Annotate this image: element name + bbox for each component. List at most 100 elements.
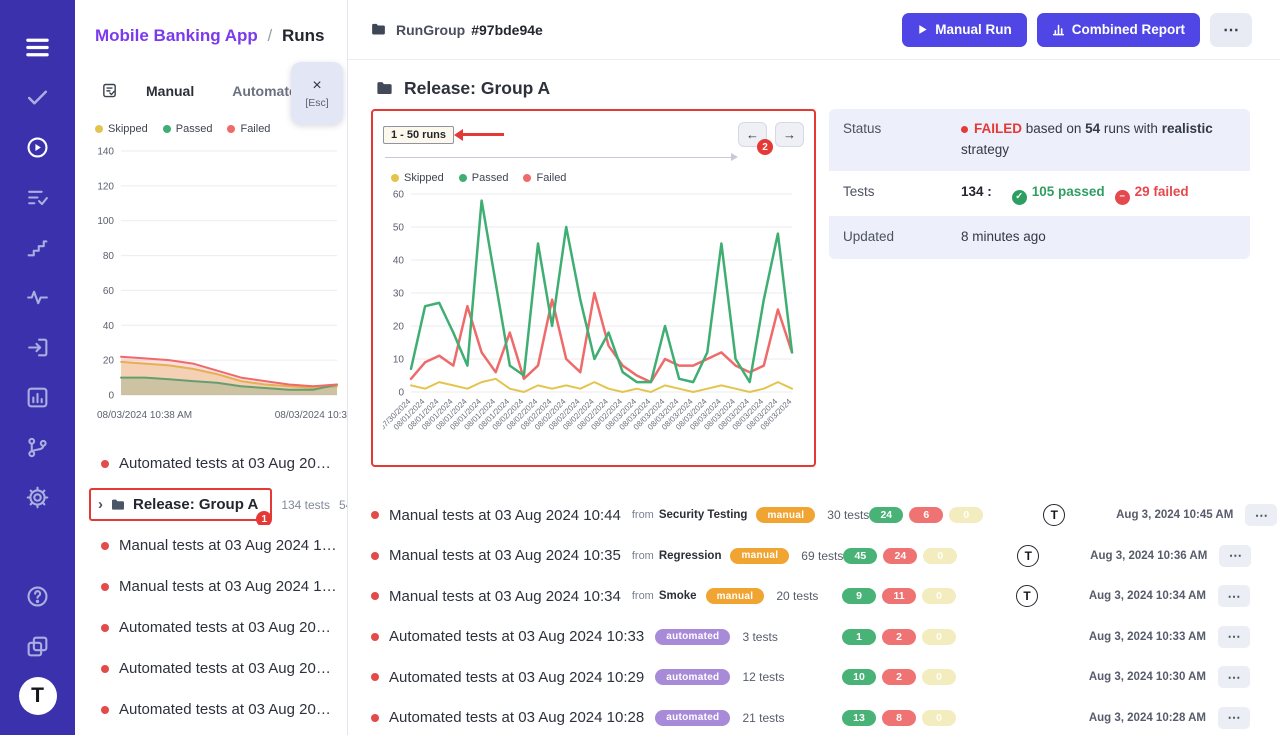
- status-panel: Status FAILED based on 54 runs with real…: [829, 109, 1250, 259]
- breadcrumb-separator: /: [263, 26, 278, 45]
- failed-badge: 2: [882, 629, 916, 645]
- run-row[interactable]: Automated tests at 03 Aug 2024 10:29 aut…: [371, 657, 1250, 698]
- status-row: Status FAILED based on 54 runs with real…: [829, 109, 1250, 171]
- tests-label: Tests: [843, 182, 961, 205]
- run-list-item[interactable]: Automated tests at 03 Aug 2024 10…: [75, 443, 347, 484]
- sidebar-item-pulse[interactable]: [18, 278, 58, 316]
- chevron-right-icon[interactable]: ›: [98, 496, 103, 513]
- run-list-item[interactable]: Manual tests at 03 Aug 2024 10:42: [75, 566, 347, 607]
- run-row[interactable]: Automated tests at 03 Aug 2024 10:33 aut…: [371, 617, 1250, 658]
- panel-chart-x-axis: 08/03/2024 10:38 AM 08/03/2024 10:3: [87, 408, 347, 421]
- failed-dot-icon: [371, 592, 379, 600]
- sidebar-item-import[interactable]: [18, 328, 58, 366]
- rungroup-content: Release: Group A 1 - 50 runs ← 2 →: [348, 60, 1280, 735]
- x-label-end: 08/03/2024 10:3: [275, 410, 347, 421]
- topbar-more-button[interactable]: ⋯: [1210, 13, 1252, 47]
- legend-failed-label: Failed: [240, 123, 270, 135]
- manual-run-button[interactable]: Manual Run: [902, 13, 1027, 47]
- results-list-icon: [25, 185, 50, 210]
- runs-filter-icon[interactable]: [101, 82, 118, 99]
- rungroup-id: #97bde94e: [471, 22, 543, 38]
- run-row[interactable]: Manual tests at 03 Aug 2024 10:34 from S…: [371, 576, 1250, 617]
- row-menu-button[interactable]: ⋯: [1219, 545, 1251, 567]
- row-menu-button[interactable]: ⋯: [1245, 504, 1277, 526]
- group-title: Release: Group A: [133, 496, 258, 513]
- tests-value: 134 :✓105 passed−29 failed: [961, 182, 1236, 205]
- failed-badge: 6: [909, 507, 943, 523]
- svg-text:0: 0: [108, 391, 114, 402]
- manual-tag: manual: [756, 507, 815, 523]
- sidebar-item-reports[interactable]: [18, 378, 58, 416]
- annotation-step-1-badge: 1: [256, 511, 272, 525]
- runs-history-chart: 020406080100120140: [87, 143, 341, 403]
- svg-text:40: 40: [103, 321, 115, 332]
- combined-report-button[interactable]: Combined Report: [1037, 13, 1200, 47]
- row-menu-button[interactable]: ⋯: [1218, 626, 1250, 648]
- sidebar-item-projects[interactable]: [18, 627, 58, 665]
- failed-dot-icon: [371, 552, 379, 560]
- close-icon[interactable]: ×: [312, 78, 321, 94]
- rungroup-topbar: RunGroup #97bde94e Manual Run Combined R…: [348, 0, 1280, 60]
- sidebar-item-analytics[interactable]: [18, 228, 58, 266]
- folder-icon: [110, 497, 126, 513]
- play-icon: [917, 24, 928, 35]
- svg-text:40: 40: [393, 256, 405, 267]
- breadcrumb-project-link[interactable]: Mobile Banking App: [95, 26, 258, 45]
- failed-dot-icon: [101, 706, 109, 714]
- run-row[interactable]: Manual tests at 03 Aug 2024 10:35 from R…: [371, 536, 1250, 577]
- runs-range-label: 1 - 50 runs: [383, 126, 454, 144]
- analytics-steps-icon: [25, 235, 50, 260]
- skipped-badge: 0: [949, 507, 983, 523]
- legend-skipped-label: Skipped: [108, 123, 148, 135]
- sidebar-item-results[interactable]: [18, 178, 58, 216]
- passed-dot-icon: [163, 125, 171, 133]
- svg-text:120: 120: [97, 181, 114, 192]
- user-avatar: T: [1043, 504, 1065, 526]
- runs-play-icon: [25, 135, 50, 160]
- sidebar-item-tests[interactable]: [18, 78, 58, 116]
- result-badges: 10 2 0: [842, 669, 960, 685]
- run-row[interactable]: Automated tests at 03 Aug 2024 10:28 aut…: [371, 698, 1250, 735]
- run-list-item[interactable]: Automated tests at 03 Aug 2024 10…: [75, 648, 347, 689]
- failed-dot-icon: [371, 633, 379, 641]
- next-runs-button[interactable]: →: [775, 122, 804, 147]
- minus-circle-icon: −: [1115, 190, 1130, 205]
- status-value: FAILED based on 54 runs with realistic s…: [961, 119, 1236, 161]
- run-row[interactable]: Manual tests at 03 Aug 2024 10:44 from S…: [371, 495, 1250, 536]
- group-runs-count: 54 r: [339, 498, 347, 512]
- run-list-item[interactable]: Automated tests at 03 Aug 2024 10…: [75, 607, 347, 648]
- tests-check-icon: [25, 85, 50, 110]
- sidebar-item-settings[interactable]: [18, 478, 58, 516]
- run-list-item[interactable]: Automated tests at 03 Aug 2024 1…: [75, 689, 347, 730]
- rungroup-label: RunGroup: [396, 22, 465, 38]
- failed-dot-icon: [371, 673, 379, 681]
- updated-row: Updated 8 minutes ago: [829, 216, 1250, 259]
- row-menu-button[interactable]: ⋯: [1218, 585, 1250, 607]
- failed-dot-icon: [227, 125, 235, 133]
- runs-panel: Mobile Banking App / Runs Manual Automat…: [75, 0, 348, 735]
- menu-icon: [23, 33, 52, 62]
- row-menu-button[interactable]: ⋯: [1218, 666, 1250, 688]
- tests-count: 21 tests: [742, 711, 784, 725]
- run-list-item[interactable]: Manual tests at 03 Aug 2024 10:43: [75, 525, 347, 566]
- failed-dot-icon: [101, 665, 109, 673]
- menu-button[interactable]: [18, 28, 58, 66]
- sidebar-item-branches[interactable]: [18, 428, 58, 466]
- row-menu-button[interactable]: ⋯: [1218, 707, 1250, 729]
- tab-manual[interactable]: Manual: [146, 83, 194, 99]
- logo-icon[interactable]: T: [19, 677, 57, 715]
- folder-icon: [375, 79, 394, 98]
- run-group-item[interactable]: › Release: Group A 1 134 tests 54 r: [75, 484, 347, 525]
- tests-row: Tests 134 :✓105 passed−29 failed: [829, 171, 1250, 216]
- annotation-step-2-badge: 2: [757, 139, 773, 155]
- annotation-box-2: 1 - 50 runs ← 2 → Skipped Passed Fail: [371, 109, 816, 467]
- failed-badge: 8: [882, 710, 916, 726]
- run-date: Aug 3, 2024 10:28 AM: [1046, 712, 1206, 724]
- esc-close-tooltip: × [Esc]: [291, 62, 343, 124]
- sidebar-item-help[interactable]: [18, 577, 58, 615]
- status-label: Status: [843, 119, 961, 161]
- result-badges: 45 24 0: [843, 548, 961, 564]
- sidebar-item-runs[interactable]: [18, 128, 58, 166]
- manual-tag: manual: [706, 588, 765, 604]
- updated-value: 8 minutes ago: [961, 227, 1236, 248]
